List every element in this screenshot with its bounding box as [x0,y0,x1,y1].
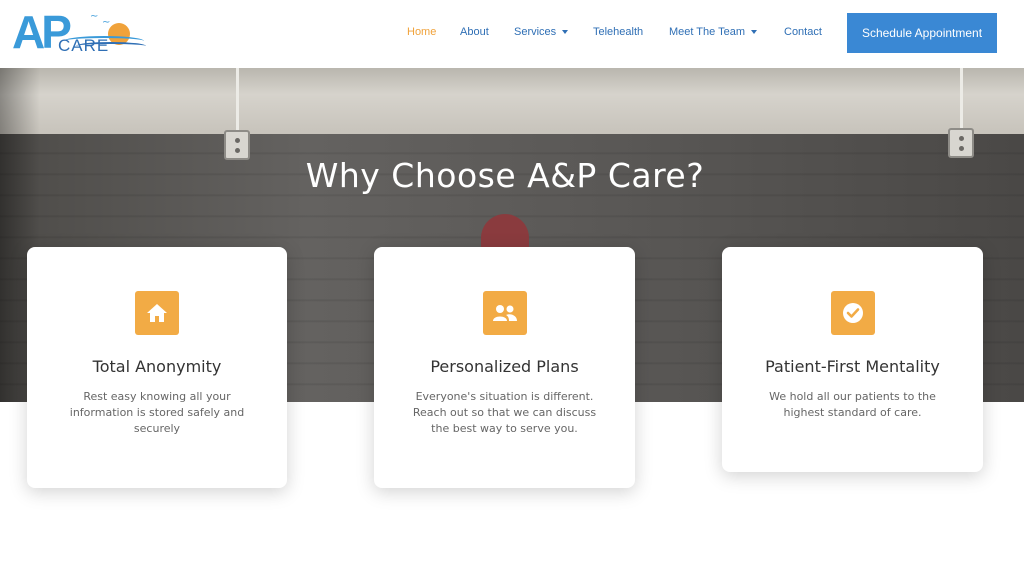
outlet-socket [235,138,240,143]
bird-icon: ∼ [90,11,99,22]
users-icon [482,291,527,335]
feature-description: We hold all our patients to the highest … [769,390,936,419]
conduit-pipe [960,68,963,132]
nav-meet-the-team[interactable]: Meet The Team [669,26,758,38]
nav-home[interactable]: Home [407,26,436,38]
hero-title: Why Choose A&P Care? [305,156,705,195]
logo-word: CARE [58,36,110,55]
chevron-down-icon [562,30,569,35]
feature-title: Patient-First Mentality [765,357,940,376]
chevron-down-icon [751,30,758,35]
hero-background-wall-top [0,68,1024,134]
outlet-socket [959,136,964,141]
feature-card: Personalized Plans Everyone's situation … [374,247,635,488]
nav-meet-the-team-label: Meet The Team [669,26,746,38]
nav-telehealth[interactable]: Telehealth [593,26,643,38]
logo[interactable]: ∼ ∼ AP CARE [12,6,146,58]
feature-title: Personalized Plans [430,357,579,376]
nav-contact[interactable]: Contact [784,26,822,38]
feature-title: Total Anonymity [92,357,222,376]
feature-description: Everyone's situation is different. Reach… [412,390,597,435]
feature-card: Patient-First Mentality We hold all our … [722,247,983,472]
outlet-socket [235,148,240,153]
check-circle-icon [830,291,875,335]
outlet-icon [948,128,974,158]
conduit-pipe [236,68,239,134]
bird-icon: ∼ [102,17,111,28]
feature-description: Rest easy knowing all your information i… [69,390,245,435]
nav-services-label: Services [514,26,557,38]
nav-services[interactable]: Services [514,26,569,38]
home-icon [135,291,179,335]
outlet-socket [959,146,964,151]
schedule-appointment-button[interactable]: Schedule Appointment [847,13,997,53]
feature-card: Total Anonymity Rest easy knowing all yo… [27,247,287,488]
site-header: ∼ ∼ AP CARE Home About Services Teleheal… [0,0,1024,68]
nav-about[interactable]: About [460,26,489,38]
